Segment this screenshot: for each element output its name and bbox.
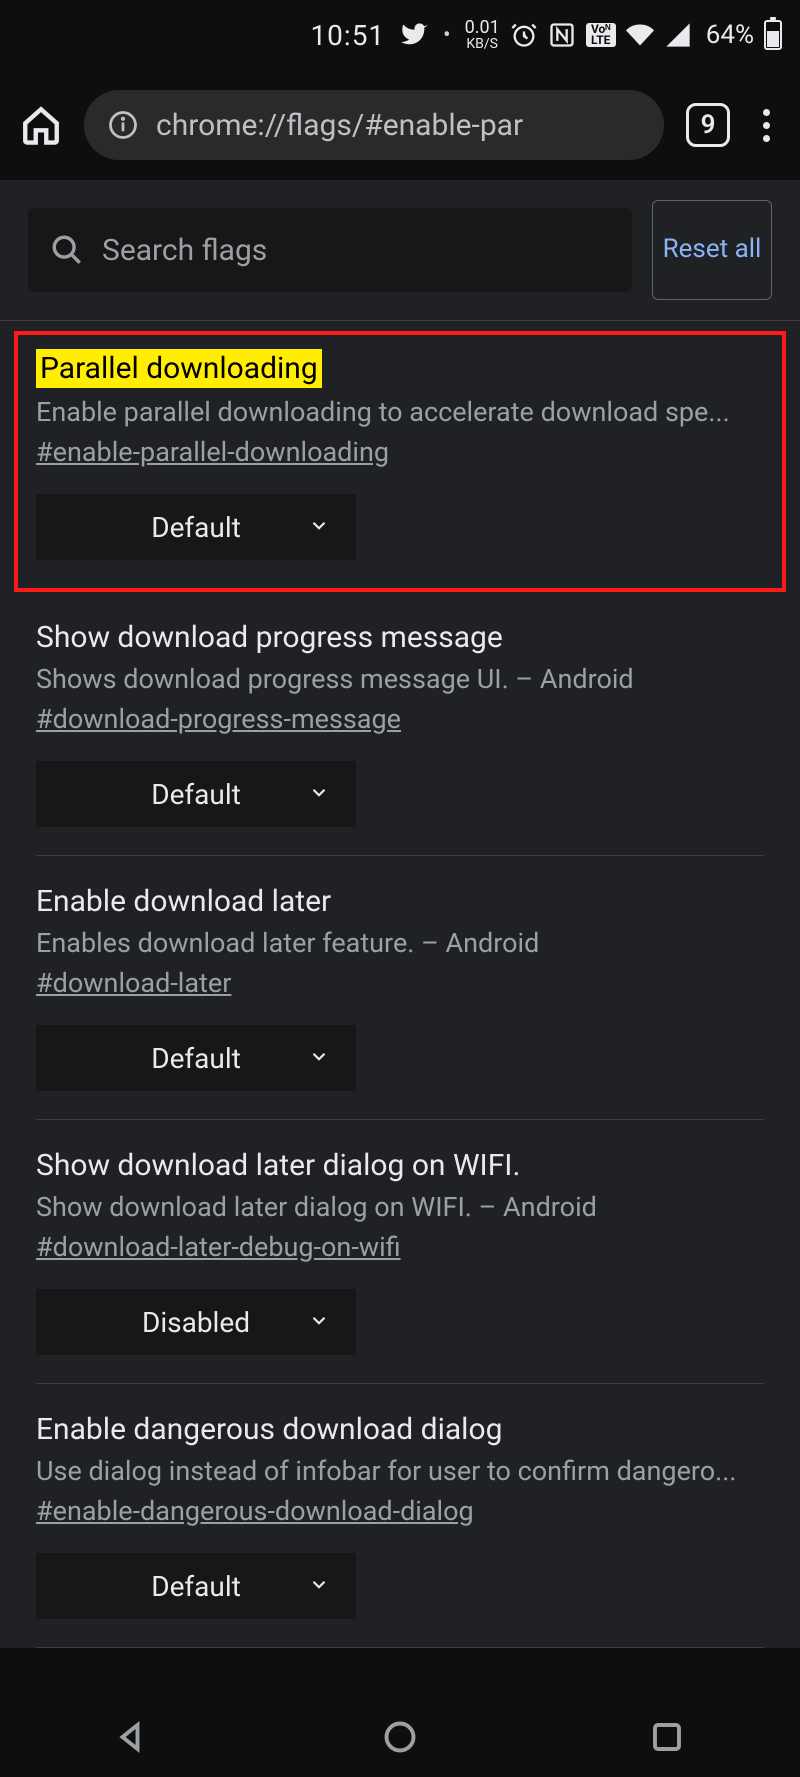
flag-description: Enables download later feature. – Androi… [36, 927, 764, 959]
flag-value-select[interactable]: Default [36, 1025, 356, 1091]
flag-value-label: Default [151, 511, 241, 544]
android-nav-bar [0, 1697, 800, 1777]
address-bar[interactable]: chrome://flags/#enable-par [84, 90, 664, 160]
back-button[interactable] [115, 1719, 151, 1755]
search-input[interactable]: Search flags [28, 208, 632, 292]
search-row: Search flags Reset all [0, 180, 800, 321]
battery-icon [764, 20, 782, 50]
twitter-icon [401, 21, 429, 49]
volte-icon: VoᴺLTE [586, 23, 616, 47]
flag-title: Show download later dialog on WIFI. [36, 1148, 764, 1183]
flag-anchor-link[interactable]: #enable-dangerous-download-dialog [36, 1495, 474, 1527]
chevron-down-icon [308, 778, 330, 811]
chevron-down-icon [308, 511, 330, 544]
chevron-down-icon [308, 1042, 330, 1075]
clock: 10:51 [310, 19, 385, 52]
flag-item: Enable dangerous download dialog Use dial… [36, 1384, 764, 1648]
nfc-icon [548, 21, 576, 49]
site-info-icon [108, 110, 138, 140]
flag-item: Enable download later Enables download la… [36, 856, 764, 1120]
tab-count: 9 [701, 110, 716, 140]
notification-dot-icon: • [443, 23, 450, 48]
flag-value-select[interactable]: Default [36, 761, 356, 827]
browser-toolbar: chrome://flags/#enable-par 9 [0, 70, 800, 180]
svg-text:x: x [668, 22, 674, 36]
flag-title: Enable dangerous download dialog [36, 1412, 764, 1447]
flag-item: Show download progress message Shows down… [36, 592, 764, 856]
chevron-down-icon [308, 1570, 330, 1603]
flag-value-label: Default [151, 1042, 241, 1075]
overflow-menu-button[interactable] [752, 109, 780, 142]
reset-all-button[interactable]: Reset all [652, 200, 772, 300]
flag-value-label: Disabled [142, 1306, 250, 1339]
flag-list: Parallel downloading Enable parallel down… [0, 331, 800, 1648]
flag-anchor-link[interactable]: #download-progress-message [36, 703, 401, 735]
flag-anchor-link[interactable]: #enable-parallel-downloading [36, 436, 389, 468]
flag-value-select[interactable]: Default [36, 1553, 356, 1619]
flag-value-select[interactable]: Disabled [36, 1289, 356, 1355]
search-icon [50, 233, 84, 267]
flag-title: Show download progress message [36, 620, 764, 655]
android-status-bar: 10:51 • 0.01 KB/S VoᴺLTE x 64% [0, 0, 800, 70]
flag-title: Enable download later [36, 884, 764, 919]
chevron-down-icon [308, 1306, 330, 1339]
flag-description: Shows download progress message UI. – An… [36, 663, 764, 695]
flag-item: Parallel downloading Enable parallel down… [14, 331, 786, 592]
flag-description: Enable parallel downloading to accelerat… [36, 396, 764, 428]
tab-switcher-button[interactable]: 9 [686, 103, 730, 147]
flag-value-label: Default [151, 778, 241, 811]
flag-value-select[interactable]: Default [36, 494, 356, 560]
home-button[interactable] [20, 104, 62, 146]
recents-button[interactable] [649, 1719, 685, 1755]
home-nav-button[interactable] [382, 1719, 418, 1755]
flag-anchor-link[interactable]: #download-later [36, 967, 231, 999]
flag-title: Parallel downloading [36, 349, 322, 388]
wifi-icon [626, 21, 654, 49]
flag-description: Show download later dialog on WIFI. – An… [36, 1191, 764, 1223]
url-text: chrome://flags/#enable-par [156, 108, 523, 143]
flags-page: Search flags Reset all Parallel download… [0, 180, 800, 1648]
flag-item: Show download later dialog on WIFI. Show … [36, 1120, 764, 1384]
search-placeholder: Search flags [102, 233, 267, 268]
alarm-icon [510, 21, 538, 49]
flag-value-label: Default [151, 1570, 241, 1603]
cell-signal-icon: x [664, 21, 692, 49]
battery-percent: 64% [706, 20, 754, 50]
flag-description: Use dialog instead of infobar for user t… [36, 1455, 764, 1487]
network-speed: 0.01 KB/S [465, 19, 500, 51]
flag-anchor-link[interactable]: #download-later-debug-on-wifi [36, 1231, 401, 1263]
